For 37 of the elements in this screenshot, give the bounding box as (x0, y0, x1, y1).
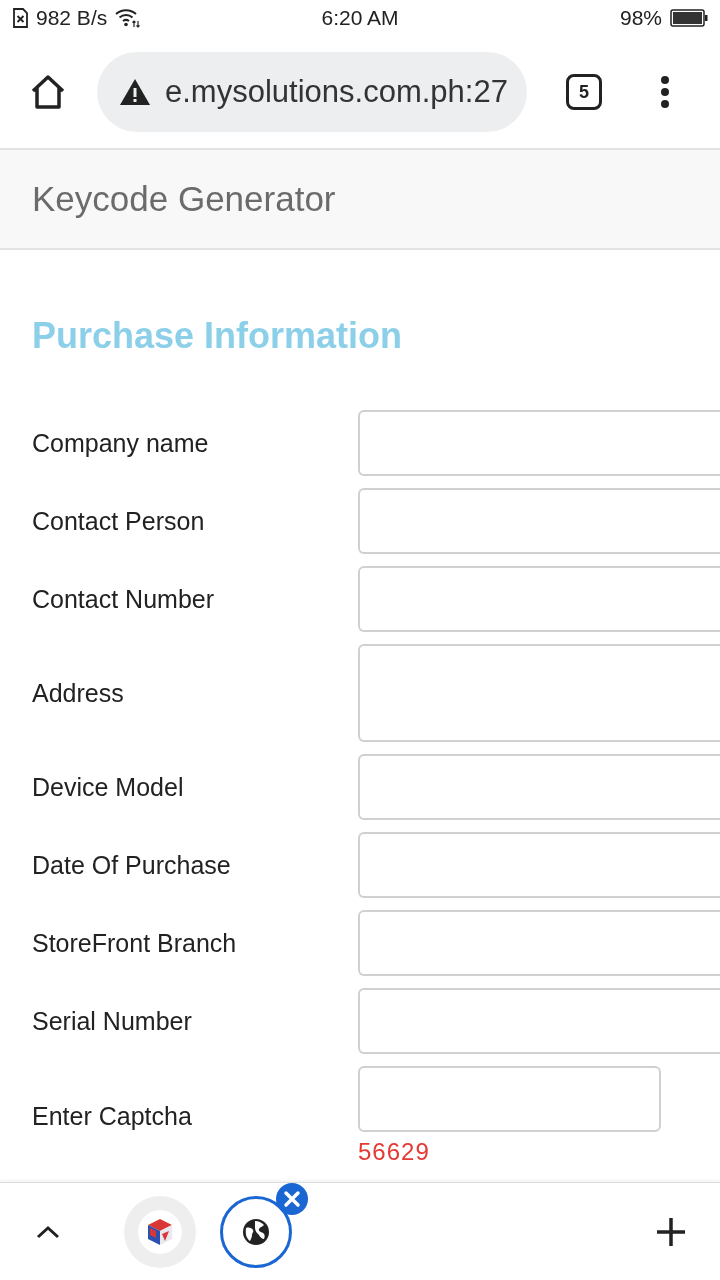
network-speed: 982 B/s (36, 6, 108, 30)
field-label: StoreFront Branch (32, 928, 237, 958)
tab-switcher-button[interactable]: 5 (566, 74, 602, 110)
input-field[interactable] (358, 910, 720, 976)
address-bar[interactable]: e.mysolutions.com.ph:27 (97, 52, 527, 132)
field-label: Enter Captcha (32, 1101, 192, 1131)
cube-favicon-icon (138, 1209, 182, 1254)
field-label: Serial Number (32, 1006, 192, 1036)
field-label: Device Model (32, 772, 184, 802)
home-icon[interactable] (30, 74, 66, 110)
battery-percent: 98% (619, 6, 662, 30)
field-label: Address (32, 678, 124, 708)
field-label: Contact Number (32, 584, 215, 614)
input-field[interactable] (358, 488, 720, 554)
field-label: Date Of Purchase (32, 850, 231, 880)
menu-icon[interactable] (660, 76, 670, 108)
close-icon[interactable] (276, 1182, 308, 1215)
input-field[interactable] (358, 754, 720, 820)
plus-icon[interactable] (656, 1216, 686, 1247)
captcha-code: 56629 (358, 1138, 430, 1166)
caret-up-icon[interactable] (36, 1224, 60, 1239)
wifi-icon (115, 8, 142, 28)
battery-icon (670, 9, 708, 27)
textarea-field[interactable] (358, 644, 720, 742)
input-field[interactable] (358, 988, 720, 1054)
field-label: Contact Person (32, 506, 205, 536)
input-field[interactable] (358, 832, 720, 898)
sim-card-icon (12, 8, 28, 28)
globe-icon (243, 1218, 269, 1245)
page-title: Keycode Generator (32, 179, 336, 219)
input-field[interactable] (358, 410, 720, 476)
clock-time: 6:20 AM (321, 6, 399, 30)
warning-icon (119, 78, 151, 106)
field-label: Company name (32, 428, 209, 458)
captcha-field[interactable] (358, 1066, 661, 1132)
input-field[interactable] (358, 566, 720, 632)
section-heading: Purchase Information (32, 316, 403, 356)
